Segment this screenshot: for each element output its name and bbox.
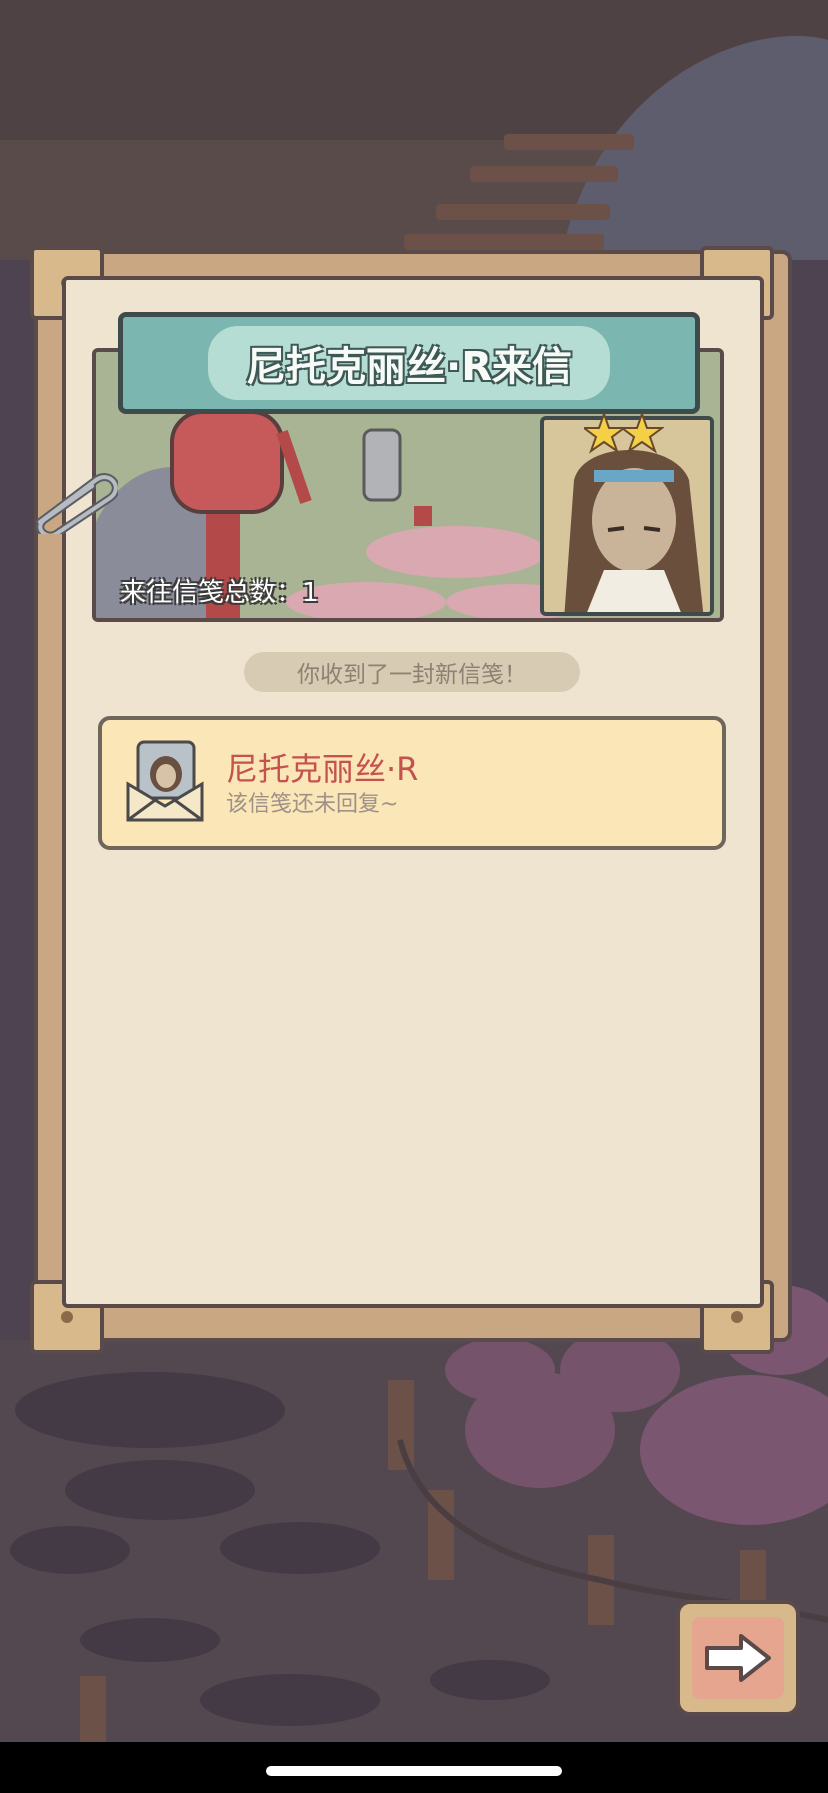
new-letter-notice: 你收到了一封新信笺！ (244, 652, 580, 692)
paperclip-icon (36, 473, 118, 534)
dialog-title: 尼托克丽丝·R来信 (208, 326, 610, 400)
envelope-avatar-icon (126, 740, 204, 822)
letter-sender-name: 尼托克丽丝·R (226, 750, 419, 788)
letter-reply-status: 该信笺还未回复~ (226, 792, 399, 817)
rating-stars-icon (584, 411, 664, 454)
next-button[interactable] (676, 1600, 800, 1716)
next-button-face (692, 1617, 784, 1699)
home-indicator[interactable] (266, 1766, 562, 1776)
dialog-title-banner: 尼托克丽丝·R来信 (118, 312, 700, 414)
arrow-right-icon (705, 1634, 771, 1682)
total-letters-count: 来往信笺总数：1 (120, 578, 319, 608)
